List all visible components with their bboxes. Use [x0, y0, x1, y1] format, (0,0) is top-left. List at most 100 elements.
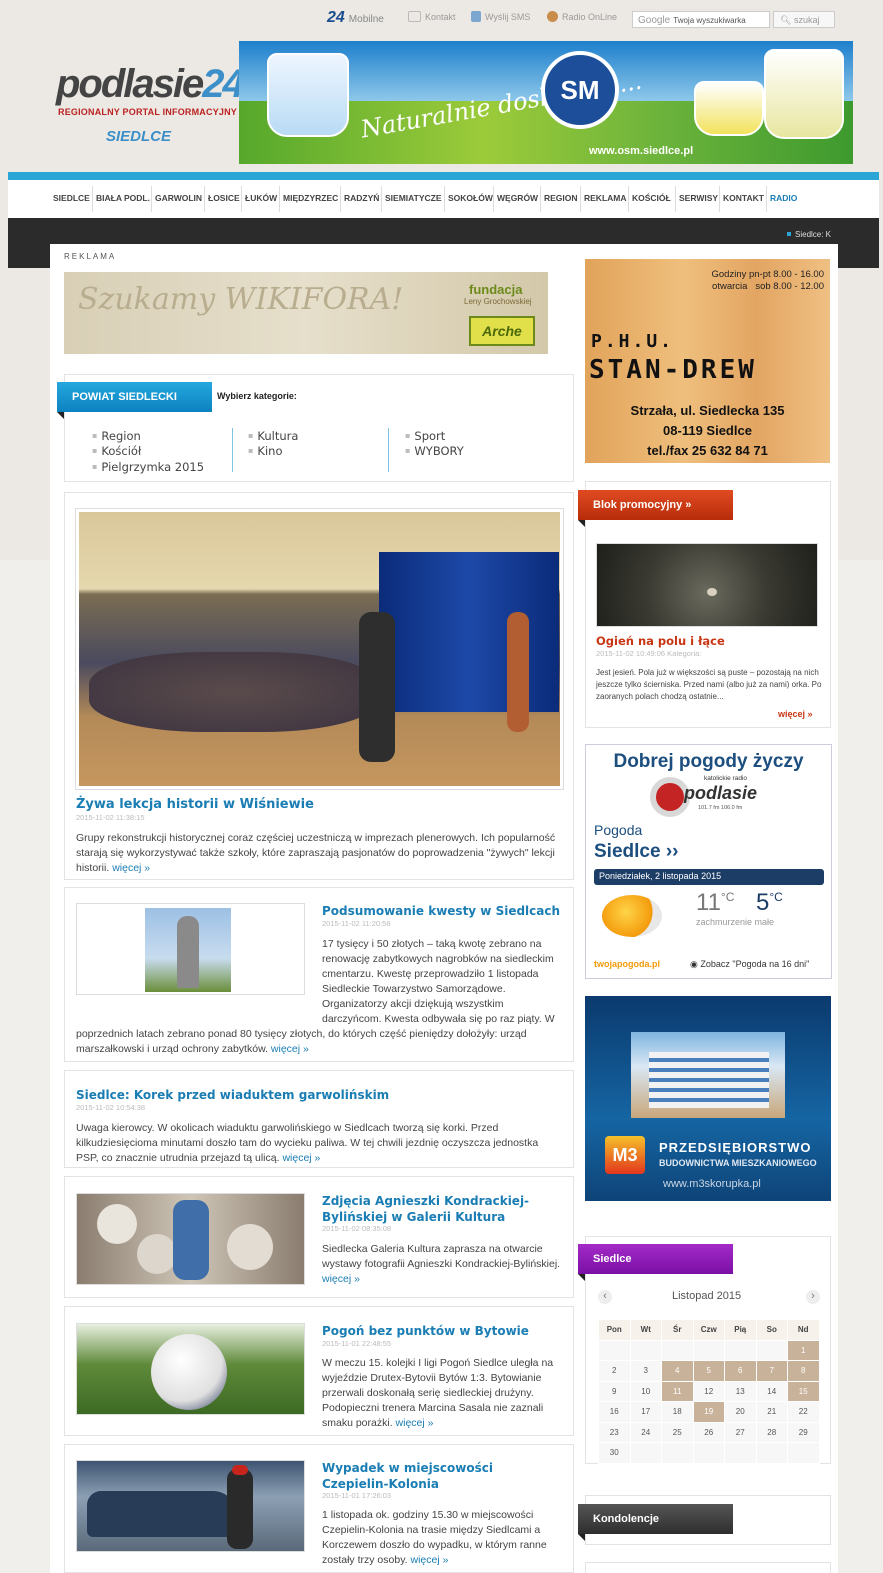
twojapogoda-logo[interactable]: twojapogoda.pl	[594, 959, 660, 969]
article-title[interactable]: Podsumowanie kwesty w Siedlcach	[322, 903, 560, 919]
nav-item-miedzyrzec[interactable]: MIĘDZYRZEC	[283, 193, 338, 203]
header-accent-bar	[8, 172, 879, 180]
calendar-empty-cell	[724, 1442, 757, 1464]
search-input[interactable]: Google Twoja wyszukiwarka	[632, 11, 770, 28]
article-title[interactable]: Zdjęcia Agnieszki Kondrackiej-Bylińskiej…	[322, 1193, 552, 1225]
site-logo[interactable]: podlasie24	[56, 62, 245, 107]
article-title[interactable]: Wypadek w miejscowości Czepielin-Kolonia	[322, 1460, 562, 1492]
header-banner[interactable]: Naturalnie doskonałe... SM www.osm.siedl…	[239, 41, 853, 164]
calendar-prev-button[interactable]: ‹	[598, 1290, 612, 1304]
article-thumbnail[interactable]	[76, 1460, 305, 1552]
calendar-day: 26	[692, 1421, 725, 1443]
choose-category-label: Wybierz kategorie:	[217, 391, 297, 401]
article-thumbnail[interactable]	[76, 1323, 305, 1415]
sm-logo: SM	[541, 51, 619, 129]
mobile-link[interactable]: 24 Mobilne	[327, 9, 384, 27]
calendar-next-button[interactable]: ›	[806, 1290, 820, 1304]
radio-link[interactable]: Radio OnLine	[547, 11, 617, 22]
weather-city[interactable]: Siedlce ››	[594, 841, 678, 863]
read-more-link[interactable]: więcej »	[322, 1273, 360, 1285]
calendar-day[interactable]: 19	[692, 1401, 725, 1423]
calendar-day[interactable]: 8	[787, 1360, 820, 1382]
calendar-empty-cell	[724, 1339, 757, 1361]
envelope-icon	[408, 11, 421, 22]
calendar-day[interactable]: 5	[692, 1360, 725, 1382]
article-photo[interactable]	[75, 508, 564, 790]
read-more-link[interactable]: więcej »	[271, 1043, 309, 1055]
article-title[interactable]: Żywa lekcja historii w Wiśniewie	[76, 797, 314, 813]
nav-item-radzyn[interactable]: RADZYŃ	[344, 193, 379, 203]
nav-item-kontakt[interactable]: KONTAKT	[723, 193, 764, 203]
category-kosciol[interactable]: Kościół	[92, 444, 141, 458]
calendar-day: 13	[724, 1380, 757, 1402]
category-pielgrzymka[interactable]: Pielgrzymka 2015	[92, 460, 204, 474]
top-bar: 24 Mobilne Kontakt Wyślij SMS Radio OnLin…	[0, 6, 883, 30]
category-divider	[232, 428, 233, 472]
read-more-link[interactable]: więcej »	[112, 862, 150, 874]
nav-divider	[279, 186, 280, 212]
calendar-week-row: 30	[598, 1442, 820, 1464]
promo-ribbon[interactable]: Blok promocyjny »	[578, 490, 733, 527]
pot-image	[97, 1204, 137, 1244]
m3-ad[interactable]: M3 PRZEDSIĘBIORSTWO BUDOWNICTWA MIESZKAN…	[585, 996, 831, 1201]
category-kultura[interactable]: Kultura	[248, 429, 298, 443]
read-more-link[interactable]: więcej »	[282, 1152, 320, 1164]
yogurt-cup-image	[267, 53, 349, 137]
fundacja-name: Leny Grochowskiej	[464, 297, 532, 306]
building-facade	[649, 1052, 769, 1108]
nav-item-serwisy[interactable]: SERWISY	[679, 193, 718, 203]
photo-stone	[707, 588, 717, 596]
nav-item-siemiatycze[interactable]: SIEMIATYCZE	[385, 193, 442, 203]
category-sport[interactable]: Sport	[405, 429, 445, 443]
weather-16day-link[interactable]: ◉ Zobacz "Pogoda na 16 dni"	[690, 959, 809, 970]
calendar-empty-cell	[661, 1442, 694, 1464]
sms-link[interactable]: Wyślij SMS	[471, 11, 530, 22]
read-more-link[interactable]: więcej »	[411, 1554, 449, 1566]
nav-item-reklama[interactable]: REKLAMA	[584, 193, 627, 203]
calendar-day[interactable]: 6	[724, 1360, 757, 1382]
category-region[interactable]: Region	[92, 429, 140, 443]
nav-item-region[interactable]: REGION	[544, 193, 578, 203]
calendar-day[interactable]: 1	[787, 1339, 820, 1361]
wikifor-banner[interactable]: Szukamy WIKIFORA! fundacja Leny Grochows…	[64, 272, 548, 354]
photo-curtain	[379, 552, 559, 712]
nav-item-biala[interactable]: BIAŁA PODL.	[96, 193, 150, 203]
category-wybory[interactable]: WYBORY	[405, 444, 463, 458]
calendar-day[interactable]: 11	[661, 1380, 694, 1402]
weather-widget[interactable]: Dobrej pogody życzy katolickie radio pod…	[585, 744, 832, 979]
nav-item-garwolin[interactable]: GARWOLIN	[155, 193, 202, 203]
nav-item-siedlce[interactable]: SIEDLCE	[53, 193, 90, 203]
nav-item-sokolow[interactable]: SOKOŁÓW	[448, 193, 493, 203]
kondolencje-ribbon[interactable]: Kondolencje	[578, 1504, 733, 1541]
calendar-ribbon: Siedlce	[578, 1244, 733, 1281]
promo-headline[interactable]: Ogień na polu i łące	[596, 633, 725, 649]
calendar-day: 10	[629, 1380, 662, 1402]
nav-divider	[151, 186, 152, 212]
nav-item-kosciol[interactable]: KOŚCIÓŁ	[632, 193, 671, 203]
calendar-day[interactable]: 7	[755, 1360, 788, 1382]
article-text: W meczu 15. kolejki I ligi Pogoń Siedlce…	[322, 1356, 564, 1431]
contact-link[interactable]: Kontakt	[408, 11, 456, 22]
category-kino[interactable]: Kino	[248, 444, 282, 458]
nav-item-wegrow[interactable]: WĘGRÓW	[497, 193, 538, 203]
next-sidebar-box	[585, 1562, 831, 1573]
calendar-day: 18	[661, 1401, 694, 1423]
stan-drew-ad[interactable]: Godziny pn-pt 8.00 - 16.00 otwarcia sob 8…	[585, 259, 830, 463]
read-more-link[interactable]: więcej »	[396, 1417, 434, 1429]
article-date: 2015-11-02 11:20:58	[322, 919, 391, 928]
nav-item-losice[interactable]: ŁOSICE	[208, 193, 240, 203]
calendar-day[interactable]: 15	[787, 1380, 820, 1402]
nav-item-lukow[interactable]: ŁUKÓW	[245, 193, 277, 203]
nav-item-radio[interactable]: RADIO	[770, 193, 797, 203]
nav-divider	[241, 186, 242, 212]
nav-divider	[204, 186, 205, 212]
article-title[interactable]: Pogoń bez punktów w Bytowie	[322, 1323, 529, 1339]
news-ticker[interactable]: Siedlce: K	[787, 230, 831, 239]
article-thumbnail[interactable]	[76, 1193, 305, 1285]
article-title[interactable]: Siedlce: Korek przed wiaduktem garwolińs…	[76, 1087, 389, 1103]
calendar-day[interactable]: 4	[661, 1360, 694, 1382]
calendar-day: 24	[629, 1421, 662, 1443]
promo-read-more[interactable]: więcej »	[778, 709, 813, 719]
search-button[interactable]: 🔍︎ szukaj	[773, 11, 835, 28]
promo-photo[interactable]	[596, 543, 818, 627]
